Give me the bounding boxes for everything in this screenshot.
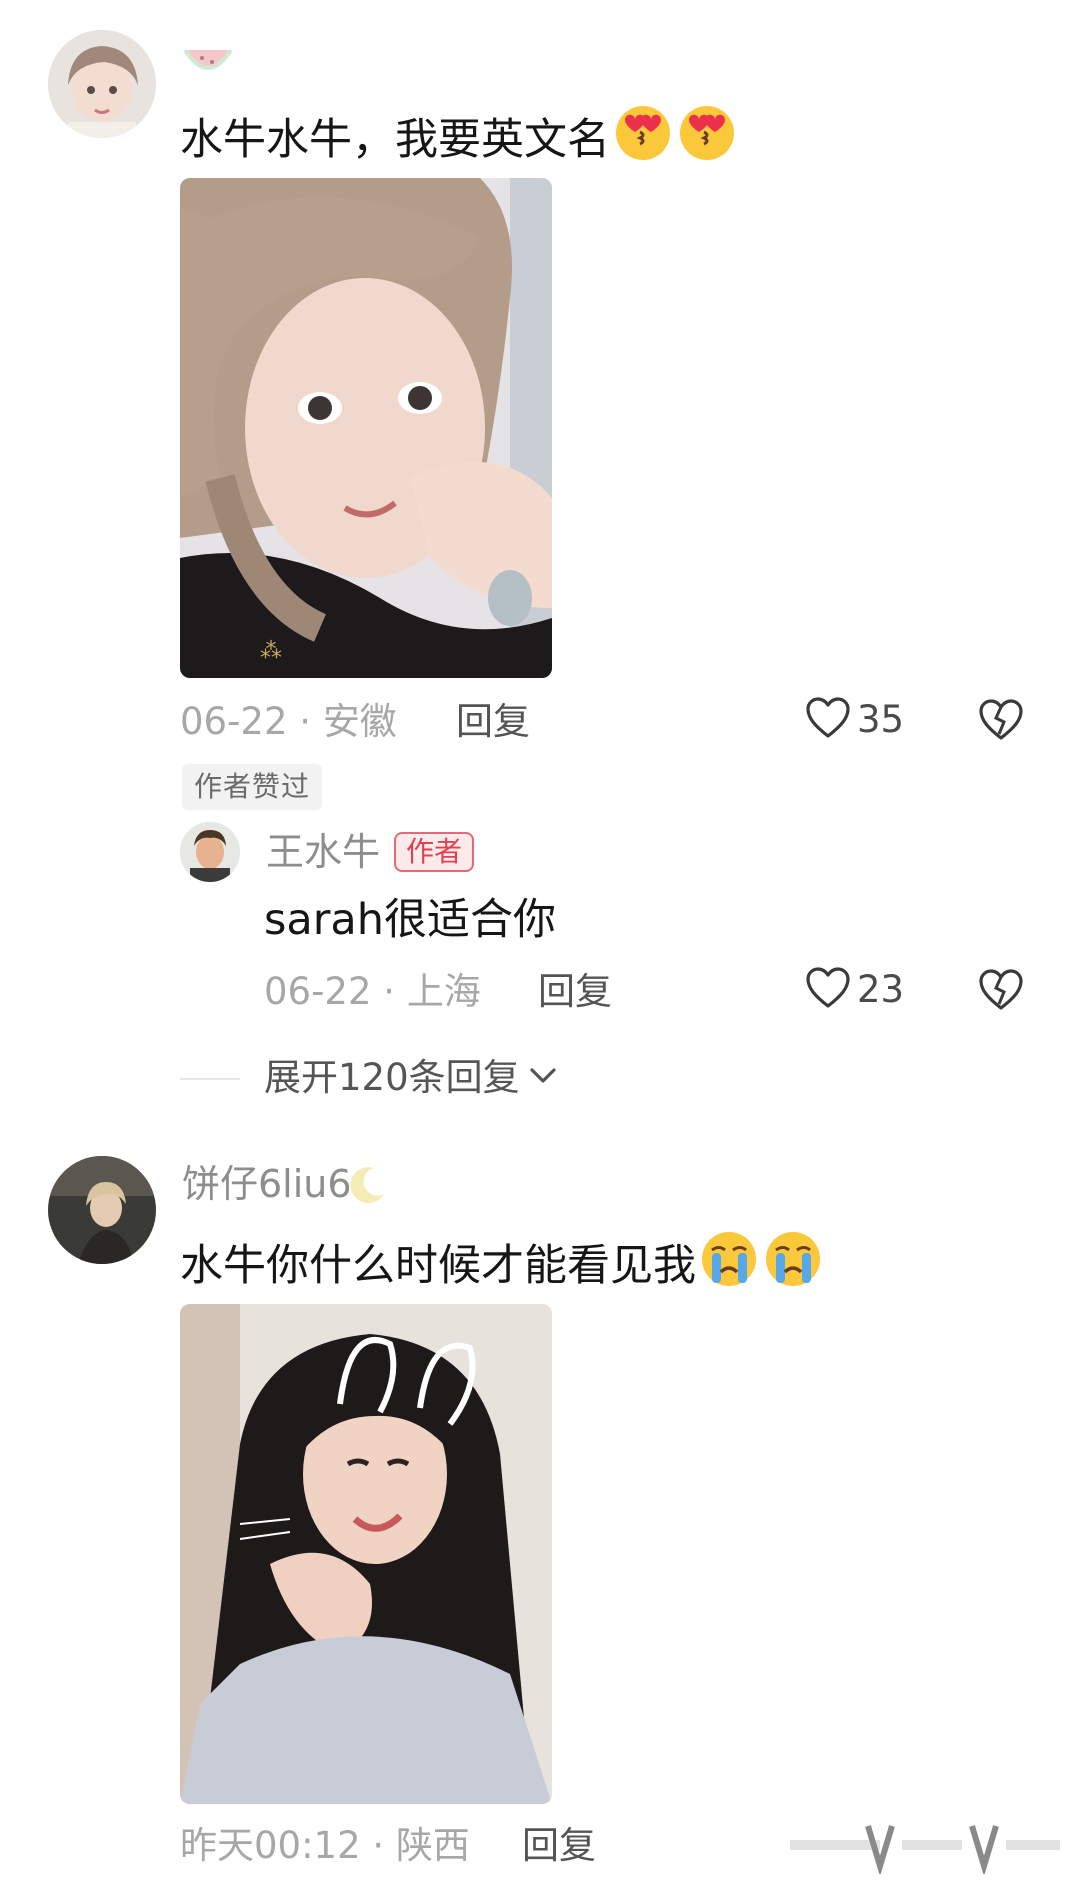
reply-button[interactable]: 回复 xyxy=(522,1824,596,1868)
reply-meta: 06-22 · 上海 xyxy=(264,970,481,1014)
crying-emoji-icon xyxy=(762,1226,824,1302)
comment-photo[interactable] xyxy=(180,1304,552,1804)
comment-photo[interactable]: ⁂ xyxy=(180,178,552,678)
commenter-avatar[interactable] xyxy=(48,1156,156,1264)
meta-separator: · xyxy=(383,970,407,1013)
comment-date: 昨天00:12 xyxy=(180,1824,361,1867)
comment-date: 06-22 xyxy=(180,700,288,743)
chevron-down-icon xyxy=(528,1065,558,1091)
reply-username[interactable]: 王水牛 xyxy=(266,830,380,874)
heart-outline-icon xyxy=(805,696,851,744)
commenter-avatar[interactable] xyxy=(48,30,156,138)
heart-outline-icon xyxy=(805,966,851,1014)
reply-text: sarah很适合你 xyxy=(264,895,557,945)
svg-text:⁂: ⁂ xyxy=(260,639,282,664)
author-liked-badge: 作者赞过 xyxy=(182,764,323,810)
like-count: 35 xyxy=(857,698,905,741)
crying-emoji-icon xyxy=(698,1226,760,1302)
expand-replies-label: 展开120条回复 xyxy=(264,1056,520,1099)
like-button[interactable]: 23 xyxy=(805,966,904,1014)
watermark-icon xyxy=(790,1818,1060,1878)
reply-date: 06-22 xyxy=(264,970,372,1013)
comment-location: 安徽 xyxy=(322,700,397,743)
comment-body: 水牛水牛，我要英文名 xyxy=(180,115,610,165)
reply-avatar[interactable] xyxy=(180,822,240,882)
reply-button[interactable]: 回复 xyxy=(456,700,530,744)
like-count: 23 xyxy=(857,968,905,1011)
like-button[interactable]: 35 xyxy=(805,696,904,744)
reply-button[interactable]: 回复 xyxy=(538,970,612,1014)
expand-replies-button[interactable]: 展开120条回复 xyxy=(264,1056,558,1100)
comment-text: 水牛你什么时候才能看见我 xyxy=(180,1226,824,1302)
comment-meta: 06-22 · 安徽 xyxy=(180,700,397,744)
comment-text: 水牛水牛，我要英文名 xyxy=(180,100,738,176)
dislike-broken-heart-icon[interactable] xyxy=(978,698,1024,746)
comment-meta: 昨天00:12 · 陕西 xyxy=(180,1824,470,1868)
expand-divider xyxy=(180,1078,240,1080)
commenter-username[interactable]: 饼仔6liu6 xyxy=(182,1162,352,1206)
dislike-broken-heart-icon[interactable] xyxy=(978,968,1024,1016)
moon-badge-icon xyxy=(346,1164,388,1210)
meta-separator: · xyxy=(299,700,323,743)
meta-separator: · xyxy=(372,1824,396,1867)
watermelon-badge-icon xyxy=(182,44,234,84)
comment-location: 陕西 xyxy=(395,1824,470,1867)
heart-eyes-kiss-emoji-icon xyxy=(612,100,674,176)
author-tag: 作者 xyxy=(394,832,475,872)
comment-body: 水牛你什么时候才能看见我 xyxy=(180,1241,696,1291)
reply-location: 上海 xyxy=(406,970,481,1013)
heart-eyes-kiss-emoji-icon xyxy=(676,100,738,176)
